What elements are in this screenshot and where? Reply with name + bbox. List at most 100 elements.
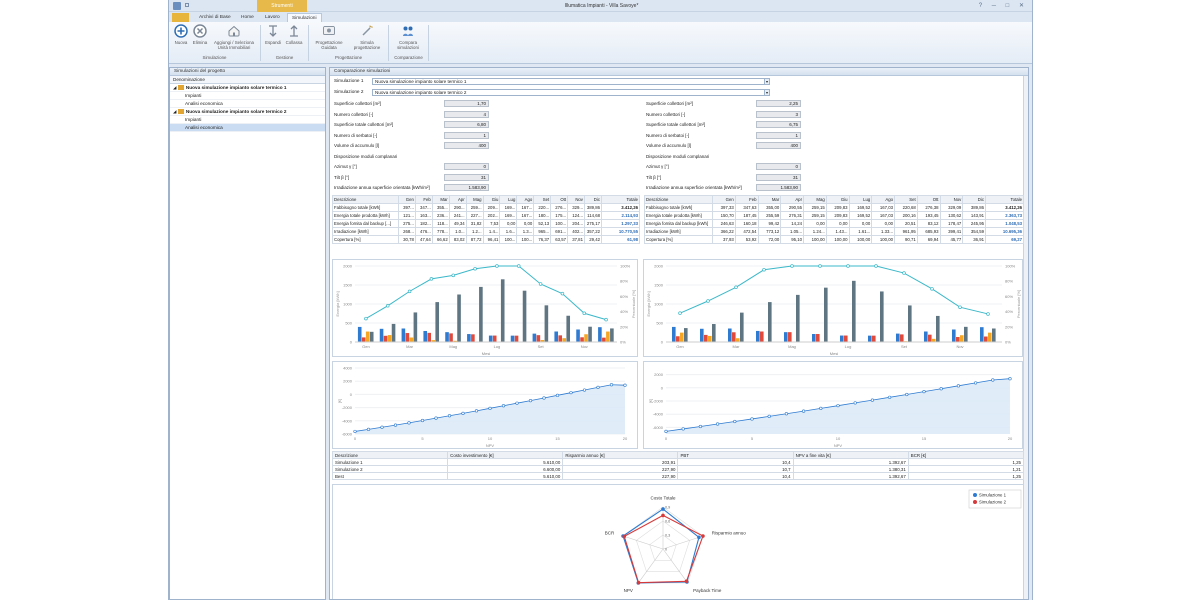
column-header[interactable]: Descrizione xyxy=(331,451,449,459)
table-row[interactable]: Simulazione 2 6.600,00 227,90 10,7 1.380,31 1… xyxy=(331,465,1025,473)
chevron-down-icon[interactable]: ▾ xyxy=(764,90,769,95)
column-header[interactable]: BCR [€] xyxy=(907,451,1025,459)
tab-simulazioni[interactable]: Simulazioni xyxy=(287,13,322,22)
table-cell: 169... xyxy=(499,203,518,212)
table-cell: 246,63 xyxy=(712,219,736,228)
column-header[interactable]: PBT xyxy=(677,451,794,459)
tree-node-simulation[interactable]: ◢ Nuova simulazione impianto solare term… xyxy=(170,108,325,116)
table-row[interactable]: Energia totale prodotta [kWh] 121... 163..… xyxy=(332,211,640,220)
bar xyxy=(467,334,471,342)
column-header[interactable]: Ago xyxy=(516,195,535,204)
row-label: Energia fornita dal backup [kWh] xyxy=(644,219,713,228)
y-tick-label: -2000 xyxy=(653,399,664,404)
table-cell: 180... xyxy=(533,211,552,220)
column-header[interactable]: Gen xyxy=(398,195,416,204)
tab-archivi-di-base[interactable]: Archivi di Base xyxy=(195,13,235,22)
simula-progettazione-button[interactable]: Simula progettazione xyxy=(349,24,385,50)
column-header[interactable]: Set xyxy=(533,195,552,204)
espandi-button[interactable]: Espandi xyxy=(263,24,283,45)
nuova-button[interactable]: Nuova xyxy=(172,24,190,45)
bar xyxy=(760,331,764,342)
tab-lavoro[interactable]: Lavoro xyxy=(261,13,284,22)
column-header[interactable]: Giu xyxy=(482,195,501,204)
column-header[interactable]: Costo investimento [€] xyxy=(447,451,564,459)
table-cell: 355... xyxy=(431,203,450,212)
sim1-select[interactable]: Nuova simulazione impianto solare termic… xyxy=(372,78,770,85)
collassa-button[interactable]: Collassa xyxy=(284,24,304,45)
table-row[interactable]: Energia totale prodotta [kWh] 150,70 187,4… xyxy=(644,211,1024,220)
parameter-label: Superficie collettori [m²] xyxy=(334,101,382,106)
x-tick-label: 0 xyxy=(354,436,357,441)
column-header[interactable]: Gen xyxy=(712,195,736,204)
table-row[interactable]: Simulazione 1 5.610,00 203,91 10,4 1.392,67 1… xyxy=(331,458,1025,466)
column-header[interactable]: Mar xyxy=(431,195,450,204)
tree-node-child[interactable]: Analisi economica xyxy=(170,124,325,132)
table-cell: 329,09 xyxy=(939,203,964,212)
tab-file[interactable] xyxy=(172,13,189,22)
tree-node-simulation[interactable]: ◢ Nuova simulazione impianto solare term… xyxy=(170,84,325,92)
column-header[interactable]: Totale xyxy=(985,195,1024,204)
column-header[interactable]: Dic xyxy=(962,195,986,204)
bar xyxy=(562,338,567,342)
column-header[interactable]: Nov xyxy=(939,195,964,204)
table-cell: 5.610,00 xyxy=(447,458,564,466)
column-header[interactable]: Denominazione xyxy=(170,76,325,84)
parameter-value: 31 xyxy=(756,173,801,181)
column-header[interactable]: NPV a fine vita [€] xyxy=(792,451,909,459)
parameter-value: 4 xyxy=(444,110,489,118)
column-header[interactable]: Feb xyxy=(734,195,759,204)
column-header[interactable]: Apr xyxy=(780,195,804,204)
column-header[interactable]: Lug xyxy=(499,195,518,204)
tab-home[interactable]: Home xyxy=(237,13,258,22)
column-header[interactable]: Risparmio annuo [€] xyxy=(562,451,679,459)
column-header[interactable]: Mag xyxy=(803,195,827,204)
tree-node-child[interactable]: Impianti xyxy=(170,116,325,124)
elimina-button[interactable]: Elimina xyxy=(191,24,209,45)
column-header[interactable]: Descrizione xyxy=(644,195,713,204)
window-controls[interactable]: ? ─ □ ✕ xyxy=(979,0,1028,12)
table-row[interactable]: Fabbisogno totale [kWh] 397... 347... 355..… xyxy=(332,203,640,212)
column-header[interactable]: Dic xyxy=(583,195,603,204)
column-header[interactable]: Mag xyxy=(465,195,484,204)
table-row[interactable]: Energia fornita dal backup [kWh] 246,63 16… xyxy=(644,219,1024,228)
coverage-line xyxy=(679,265,989,315)
column-header[interactable]: Mar xyxy=(757,195,782,204)
table-cell: 0,00 xyxy=(848,219,873,228)
bar xyxy=(872,335,876,342)
chevron-down-icon[interactable]: ▾ xyxy=(764,79,769,84)
column-header[interactable]: Lug xyxy=(848,195,873,204)
column-header[interactable]: Set xyxy=(894,195,918,204)
table-row[interactable]: Energia fornita dal backup [...] 275... 18… xyxy=(332,219,640,228)
column-header[interactable]: Ago xyxy=(871,195,895,204)
table-row[interactable]: Copertura [%] 37,93 53,92 72,00 95,10 100,00 1… xyxy=(644,235,1024,244)
table-row[interactable]: Copertura [%] 30,78 47,64 66,62 83,02 87,72 96… xyxy=(332,235,640,244)
table-cell: 95,10 xyxy=(780,235,804,244)
column-header[interactable]: Apr xyxy=(448,195,467,204)
table-row[interactable]: Fabbisogno totale [kWh] 397,33 347,63 355,0… xyxy=(644,203,1024,212)
column-header[interactable]: Descrizione xyxy=(332,195,399,204)
column-header[interactable]: Ott xyxy=(550,195,569,204)
table-cell: 691... xyxy=(550,227,569,236)
bar xyxy=(391,323,396,342)
tree-node-child[interactable]: Analisi economica xyxy=(170,100,325,108)
progettazione-guidata-button[interactable]: Progettazione Guidata xyxy=(311,24,347,50)
table-row[interactable]: Irradiazione [kWh] 268... 476... 778... 1.0.… xyxy=(332,227,640,236)
table-cell: 69,94 xyxy=(916,235,941,244)
table-cell: 275,17 xyxy=(583,219,603,228)
table-row[interactable]: Best 5.610,00 227,90 10,4 1.392,67 1,25 xyxy=(331,472,1025,480)
column-header[interactable]: Totale xyxy=(601,195,640,204)
column-header[interactable]: Nov xyxy=(567,195,585,204)
compara-simulazioni-button[interactable]: Compara simulazioni xyxy=(391,24,425,50)
npv-point xyxy=(888,395,892,399)
column-header[interactable]: Feb xyxy=(414,195,433,204)
bar xyxy=(960,335,964,342)
tree-node-child[interactable]: Impianti xyxy=(170,92,325,100)
table-row[interactable]: Irradiazione [kWh] 366,22 472,54 773,12 1.05… xyxy=(644,227,1024,236)
column-header[interactable]: Giu xyxy=(825,195,850,204)
table-cell: 1.33... xyxy=(871,227,895,236)
sim2-select[interactable]: Nuova simulazione impianto solare termic… xyxy=(372,89,770,96)
aggiungi-unita-button[interactable]: Aggiungi / Seleziona Unità Immobiliari xyxy=(211,24,257,50)
table-cell: 1,25 xyxy=(907,458,1025,466)
column-header[interactable]: Ott xyxy=(916,195,941,204)
wizard-icon xyxy=(323,26,335,35)
